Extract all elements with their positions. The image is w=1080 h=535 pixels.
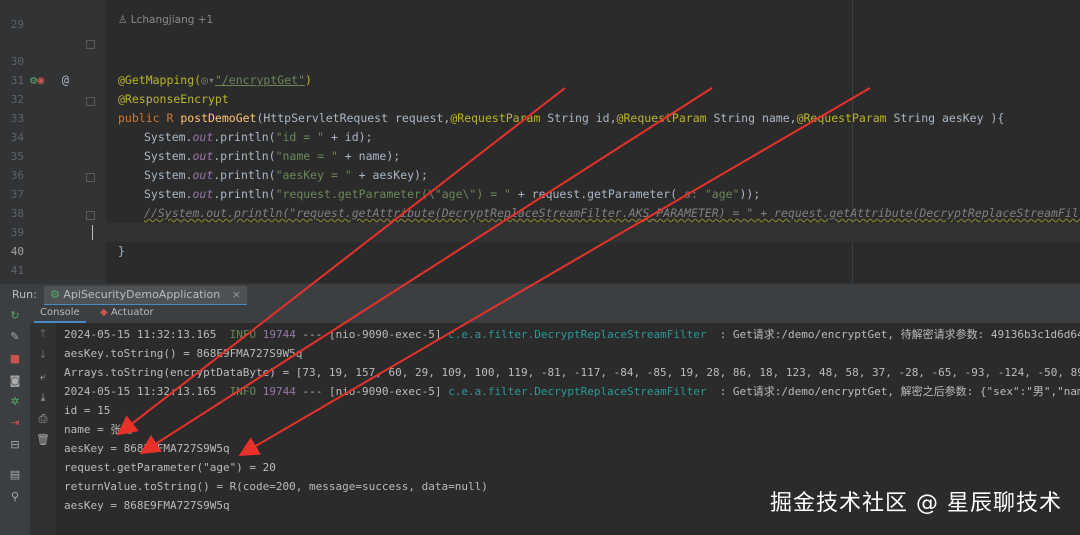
- up-arrow-icon[interactable]: ↑: [36, 327, 50, 341]
- fold-marker[interactable]: [86, 40, 95, 49]
- console-line-aeskey-2: aesKey = 868E9FMA727S9W5q: [64, 499, 230, 512]
- console-tabs: Console ◆ Actuator: [30, 305, 1080, 324]
- run-tab-label: ApiSecurityDemoApplication: [63, 288, 221, 301]
- console-line-return: returnValue.toString() = R(code=200, mes…: [64, 480, 488, 493]
- watermark: 掘金技术社区 @ 星辰聊技术: [770, 491, 1062, 516]
- fold-marker[interactable]: [86, 211, 95, 220]
- console-log-line: 2024-05-15 11:32:13.165 INFO 19744 --- […: [64, 385, 1080, 398]
- run-toolbar: ↻ ✎ ■ ◙ ✲ ⇥ ⊟ ▤ ⚲: [0, 305, 30, 535]
- web-endpoint-icon[interactable]: ◉: [37, 73, 44, 87]
- code-line-36: 36 System.out.println("request.getParame…: [0, 147, 1080, 201]
- fold-marker[interactable]: [86, 97, 95, 106]
- code-line-41: 41: [0, 242, 1080, 277]
- spring-boot-icon: ⚙: [50, 288, 60, 301]
- exit-icon[interactable]: ⇥: [8, 416, 22, 430]
- code-line-30: 30 @GetMapping(◎▾"/encryptGet"): [0, 33, 1080, 87]
- author-hint: ♙ Lchangjiang +1: [118, 14, 213, 26]
- close-icon[interactable]: ×: [232, 288, 241, 301]
- code-line-42: 42 }: [0, 261, 1080, 280]
- console-line-id: id = 15: [64, 404, 111, 417]
- console-toolbar: ↑ ↓ ⤶ ⤓ ⎙ 🗑: [30, 323, 57, 535]
- trash-icon[interactable]: 🗑: [36, 433, 50, 447]
- wrench-icon[interactable]: ✎: [8, 330, 22, 344]
- tab-actuator[interactable]: ◆ Actuator: [94, 305, 160, 321]
- run-tool-window-header: Run: ⚙ ApiSecurityDemoApplication ×: [0, 283, 1080, 306]
- console-line-aeskey: aesKey = 868E9FMA727S9W5q: [64, 442, 230, 455]
- pin-icon[interactable]: ⚲: [8, 490, 22, 504]
- code-line-29: 29: [0, 0, 1080, 31]
- line-number: 29: [10, 18, 24, 31]
- layout-icon[interactable]: ▤: [8, 468, 22, 482]
- console-line-age: request.getParameter("age") = 20: [64, 461, 276, 474]
- rerun-icon[interactable]: ↻: [8, 309, 22, 323]
- annotation-gutter-icon[interactable]: @: [62, 73, 69, 87]
- print-icon[interactable]: ⎙: [36, 412, 50, 426]
- pin-tab-icon[interactable]: ⊟: [8, 438, 22, 452]
- console-line: Arrays.toString(encryptDataByte) = [73, …: [64, 366, 1080, 379]
- soft-wrap-icon[interactable]: ⤶: [36, 370, 50, 384]
- tab-console[interactable]: Console: [34, 305, 86, 323]
- text-cursor: [92, 225, 93, 240]
- console-log-line: 2024-05-15 11:32:13.165 INFO 19744 --- […: [64, 328, 1080, 341]
- stop-icon[interactable]: ■: [8, 352, 22, 366]
- run-label: Run:: [12, 288, 37, 301]
- code-line-35: 35 System.out.println("aesKey = " + aesK…: [0, 128, 1080, 182]
- run-configuration-tab[interactable]: ⚙ ApiSecurityDemoApplication ×: [44, 286, 247, 306]
- code-line-38: 38 return R.ok();: [0, 185, 1080, 239]
- scroll-to-end-icon[interactable]: ⤓: [36, 391, 50, 405]
- code-line-37: 37 //System.out.println("request.getAttr…: [0, 166, 1080, 220]
- code-editor[interactable]: 29 ♙ Lchangjiang +1 30 @GetMapping(◎▾"/e…: [0, 0, 1080, 283]
- camera-icon[interactable]: ◙: [8, 374, 22, 388]
- fold-marker[interactable]: [86, 173, 95, 182]
- code-line-33: 33 System.out.println("id = " + id);: [0, 90, 1080, 144]
- code-line-31: 31 @ResponseEncrypt: [0, 52, 1080, 106]
- code-line-32: 32 public R postDemoGet(HttpServletReque…: [0, 71, 1080, 125]
- person-icon: ♙: [118, 14, 128, 26]
- code-line-34: 34 System.out.println("name = " + name);: [0, 109, 1080, 163]
- console-line: aesKey.toString() = 868E9FMA727S9W5q: [64, 347, 303, 360]
- gutter-icons[interactable]: ⚙◉ @: [30, 73, 69, 87]
- console-line-name: name = 张三: [64, 423, 133, 436]
- actuator-icon: ◆: [100, 307, 108, 318]
- down-arrow-icon[interactable]: ↓: [36, 348, 50, 362]
- debug-icon[interactable]: ✲: [8, 395, 22, 409]
- code-line-40[interactable]: 40: [0, 223, 1080, 258]
- code-line-39: 39 }: [0, 204, 1080, 258]
- author-hint-text: Lchangjiang +1: [130, 14, 214, 26]
